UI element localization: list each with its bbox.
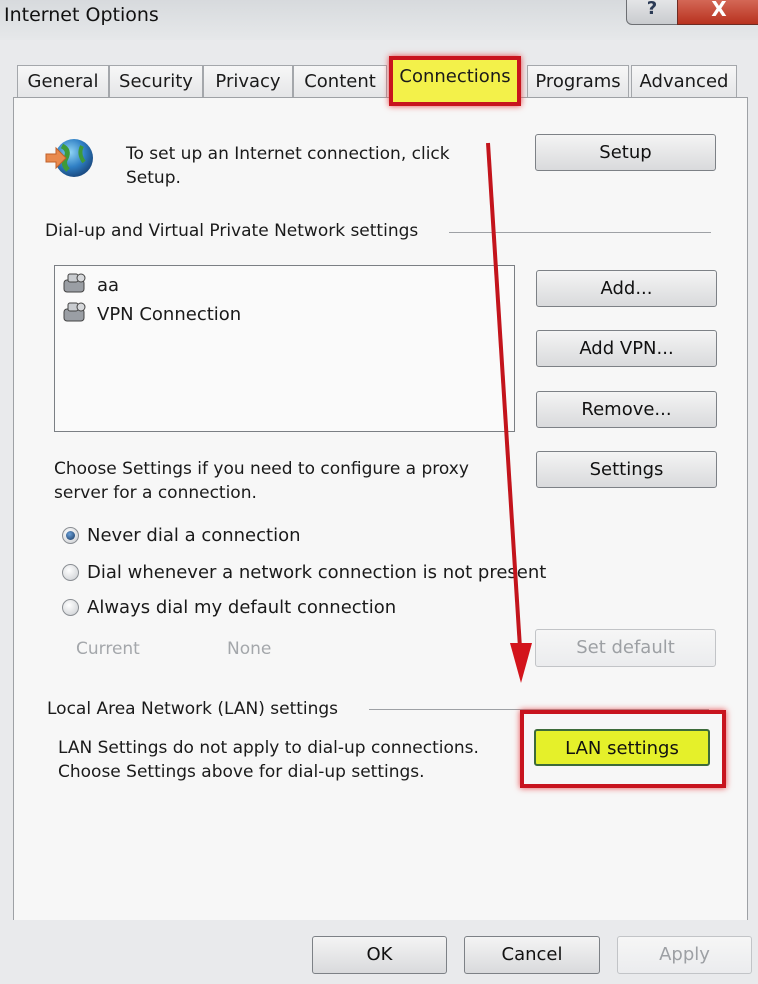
setup-description: To set up an Internet connection, click … bbox=[126, 144, 450, 188]
lan-settings-button[interactable]: LAN settings bbox=[534, 729, 710, 766]
window-title: Internet Options bbox=[4, 4, 159, 26]
tab-content[interactable]: Content bbox=[293, 65, 387, 98]
help-button[interactable]: ? bbox=[626, 0, 678, 25]
radio-never-dial[interactable]: Never dial a connection bbox=[62, 525, 301, 546]
add-vpn-button[interactable]: Add VPN... bbox=[536, 330, 717, 367]
lan-description: LAN Settings do not apply to dial-up con… bbox=[58, 738, 479, 782]
close-button[interactable]: X bbox=[677, 0, 758, 25]
setup-button[interactable]: Setup bbox=[535, 134, 716, 171]
tab-connections[interactable]: Connections bbox=[389, 56, 521, 106]
radio-button[interactable] bbox=[62, 564, 79, 581]
add-button[interactable]: Add... bbox=[536, 270, 717, 307]
tab-general[interactable]: General bbox=[17, 65, 109, 98]
remove-button[interactable]: Remove... bbox=[536, 391, 717, 428]
tab-programs[interactable]: Programs bbox=[527, 65, 629, 98]
proxy-description: Choose Settings if you need to configure… bbox=[54, 459, 469, 503]
dialog-footer: OK Cancel Apply bbox=[0, 920, 758, 984]
tab-privacy[interactable]: Privacy bbox=[203, 65, 293, 98]
arrow-head bbox=[510, 643, 532, 683]
close-icon: X bbox=[711, 0, 727, 21]
title-bar: Internet Options ? X bbox=[0, 0, 758, 40]
dialup-group-label: Dial-up and Virtual Private Network sett… bbox=[45, 221, 419, 241]
tab-advanced[interactable]: Advanced bbox=[631, 65, 737, 98]
cancel-button[interactable]: Cancel bbox=[464, 936, 600, 974]
radio-button[interactable] bbox=[62, 527, 79, 544]
help-icon: ? bbox=[646, 0, 658, 19]
connections-panel: To set up an Internet connection, click … bbox=[13, 97, 748, 921]
list-item[interactable]: aa bbox=[61, 272, 119, 299]
globe-connection-icon bbox=[44, 136, 94, 186]
tab-security[interactable]: Security bbox=[109, 65, 203, 98]
set-default-button[interactable]: Set default bbox=[535, 629, 716, 667]
current-label: Current bbox=[76, 639, 140, 659]
lan-group-label: Local Area Network (LAN) settings bbox=[47, 699, 339, 719]
current-value: None bbox=[227, 639, 272, 659]
arrow-annotation bbox=[486, 142, 532, 683]
ok-button[interactable]: OK bbox=[312, 936, 447, 974]
connections-list[interactable]: aa VPN Connection bbox=[54, 265, 515, 432]
list-item[interactable]: VPN Connection bbox=[61, 301, 241, 328]
radio-button[interactable] bbox=[62, 599, 79, 616]
network-connection-icon bbox=[61, 301, 89, 328]
settings-button[interactable]: Settings bbox=[536, 451, 717, 488]
apply-button[interactable]: Apply bbox=[617, 936, 752, 974]
radio-always-dial[interactable]: Always dial my default connection bbox=[62, 597, 396, 618]
network-connection-icon bbox=[61, 272, 89, 299]
